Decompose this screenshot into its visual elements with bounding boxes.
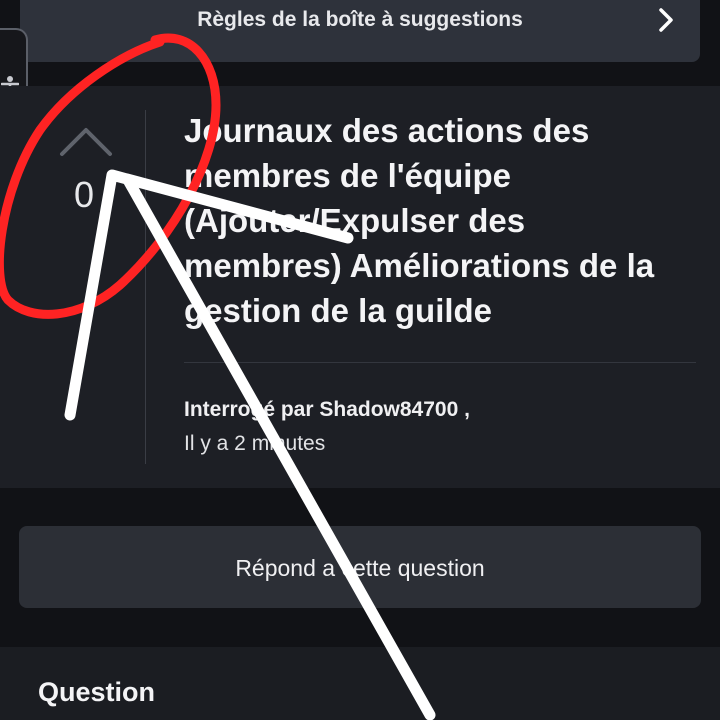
question-card: 0 Journaux des actions des membres de l'… [0, 86, 720, 488]
section-heading: Question [38, 677, 156, 707]
answer-question-button[interactable]: Répond a cette question [19, 526, 701, 608]
question-title: Journaux des actions des membres de l'éq… [184, 112, 655, 329]
vote-column: 0 [0, 86, 146, 488]
vote-count: 0 [73, 174, 95, 215]
question-separator [184, 362, 696, 363]
question-author: Interrogé par Shadow84700 , [184, 398, 470, 421]
chevron-up-icon[interactable] [58, 124, 114, 158]
chevron-right-icon [659, 8, 673, 32]
vote-divider [145, 110, 146, 464]
suggestion-box-rules-bar[interactable]: Règles de la boîte à suggestions [20, 0, 700, 62]
question-section: Question [0, 647, 720, 720]
rules-bar-label: Règles de la boîte à suggestions [197, 8, 523, 31]
question-timestamp: Il y a 2 minutes [184, 432, 326, 455]
